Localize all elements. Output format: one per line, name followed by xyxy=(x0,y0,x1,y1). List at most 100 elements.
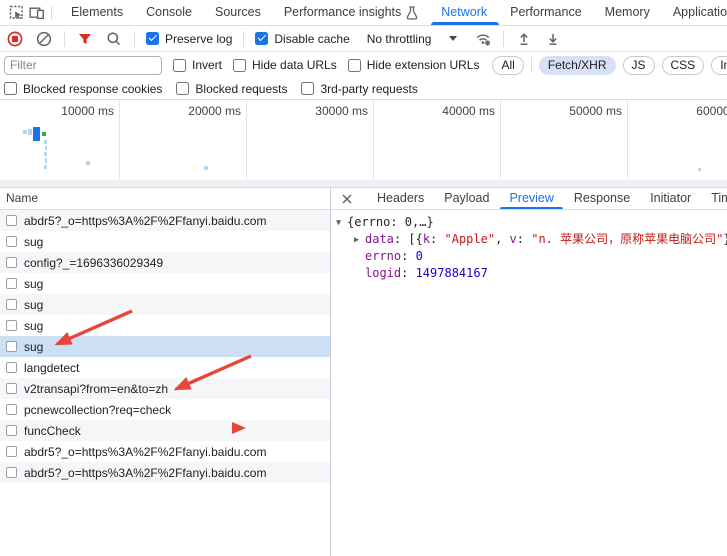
tab-performance-insights[interactable]: Performance insights xyxy=(284,0,418,25)
tree-expander-icon[interactable]: ▶ xyxy=(354,232,365,249)
overview-request-mark xyxy=(86,161,90,165)
request-row[interactable]: abdr5?_o=https%3A%2F%2Ffanyi.baidu.com xyxy=(0,210,330,231)
detail-tab-timing[interactable]: Timing xyxy=(711,188,727,209)
request-row[interactable]: funcCheck xyxy=(0,420,330,441)
overview-request-mark xyxy=(44,152,47,156)
checkbox-blocked-requests[interactable]: Blocked requests xyxy=(176,82,287,96)
request-name: abdr5?_o=https%3A%2F%2Ffanyi.baidu.com xyxy=(24,445,266,459)
json-string: "Apple" xyxy=(445,232,496,246)
device-toolbar-icon[interactable] xyxy=(27,3,47,23)
filter-chip-img[interactable]: Img xyxy=(711,56,727,75)
detail-tab-initiator[interactable]: Initiator xyxy=(650,188,691,209)
request-row[interactable]: pcnewcollection?req=check xyxy=(0,399,330,420)
throttling-select[interactable]: No throttling xyxy=(367,32,458,46)
tree-expander-icon[interactable]: ▼ xyxy=(336,215,347,232)
tab-label: Performance insights xyxy=(284,0,401,25)
tab-label: Memory xyxy=(605,0,650,25)
checkbox-label: 3rd-party requests xyxy=(320,82,417,96)
checkbox-blocked-response-cookies[interactable]: Blocked response cookies xyxy=(4,82,162,96)
request-row[interactable]: sug xyxy=(0,294,330,315)
request-row[interactable]: abdr5?_o=https%3A%2F%2Ffanyi.baidu.com xyxy=(0,462,330,483)
inspect-element-icon[interactable] xyxy=(7,3,27,23)
preserve-log-checkbox[interactable]: Preserve log xyxy=(146,32,232,46)
request-row[interactable]: langdetect xyxy=(0,357,330,378)
json-text: }, { xyxy=(723,232,727,246)
json-text: : xyxy=(430,232,444,246)
request-type-icon xyxy=(6,257,17,268)
close-icon[interactable] xyxy=(340,192,354,206)
preview-tree: ▼{errno: 0,…}▶data: [{k: "Apple", v: "n.… xyxy=(331,210,727,556)
overview-time-label: 10000 ms xyxy=(61,104,114,118)
tab-label: Elements xyxy=(71,0,123,25)
preview-line: ▼{errno: 0,…} xyxy=(336,214,727,231)
tab-application[interactable]: Application xyxy=(673,0,727,25)
request-row[interactable]: v2transapi?from=en&to=zh xyxy=(0,378,330,399)
column-header-name[interactable]: Name xyxy=(0,188,330,210)
tab-performance[interactable]: Performance xyxy=(510,0,582,25)
checkbox-hide-data-urls[interactable]: Hide data URLs xyxy=(233,58,337,72)
filter-input[interactable] xyxy=(4,56,162,75)
preview-line: ▶data: [{k: "Apple", v: "n. 苹果公司，原称苹果电脑公… xyxy=(336,231,727,248)
tab-network[interactable]: Network xyxy=(441,0,487,25)
request-name: sug xyxy=(24,298,43,312)
checkbox-hide-extension-urls[interactable]: Hide extension URLs xyxy=(348,58,480,72)
tab-label: Performance xyxy=(510,0,582,25)
tab-label: Application xyxy=(673,0,727,25)
request-type-icon xyxy=(6,404,17,415)
json-string: "n. 苹果公司，原称苹果电脑公司" xyxy=(531,232,723,246)
overview-gridline xyxy=(373,100,374,179)
clear-network-log-icon[interactable] xyxy=(35,30,53,48)
tree-indent-spacer xyxy=(354,249,365,266)
tab-sources[interactable]: Sources xyxy=(215,0,261,25)
checkbox-label: Invert xyxy=(192,58,222,72)
filter-chip-all[interactable]: All xyxy=(492,56,523,75)
request-type-icon xyxy=(6,320,17,331)
json-key: v xyxy=(510,232,517,246)
record-network-log-icon[interactable] xyxy=(6,30,24,48)
request-name: sug xyxy=(24,277,43,291)
filter-chip-css[interactable]: CSS xyxy=(662,56,705,75)
tab-console[interactable]: Console xyxy=(146,0,192,25)
filter-chip-fetch-xhr[interactable]: Fetch/XHR xyxy=(539,56,616,75)
checkbox-invert[interactable]: Invert xyxy=(173,58,222,72)
filter-chip-js[interactable]: JS xyxy=(623,56,655,75)
request-name: sug xyxy=(24,235,43,249)
overview-request-mark xyxy=(698,168,701,171)
filter-funnel-icon[interactable] xyxy=(76,30,94,48)
request-type-icon xyxy=(6,341,17,352)
request-row[interactable]: sug xyxy=(0,336,330,357)
detail-tab-payload[interactable]: Payload xyxy=(444,188,489,209)
throttling-value: No throttling xyxy=(367,32,432,46)
request-type-icon xyxy=(6,299,17,310)
request-row[interactable]: sug xyxy=(0,231,330,252)
disable-cache-checkbox[interactable]: Disable cache xyxy=(255,32,349,46)
tree-indent-spacer xyxy=(354,266,365,283)
checkbox-3rd-party-requests[interactable]: 3rd-party requests xyxy=(301,82,417,96)
divider xyxy=(531,57,532,73)
checkbox-label: Blocked response cookies xyxy=(23,82,162,96)
detail-tab-response[interactable]: Response xyxy=(574,188,630,209)
network-conditions-icon[interactable] xyxy=(474,30,492,48)
detail-tab-preview[interactable]: Preview xyxy=(509,188,553,209)
tab-memory[interactable]: Memory xyxy=(605,0,650,25)
export-har-icon[interactable] xyxy=(515,30,533,48)
import-har-icon[interactable] xyxy=(544,30,562,48)
request-row[interactable]: abdr5?_o=https%3A%2F%2Ffanyi.baidu.com xyxy=(0,441,330,462)
checkbox-unchecked-icon xyxy=(233,59,246,72)
detail-tabbar: Headers Payload Preview Response Initiator Ti… xyxy=(331,188,727,210)
overview-time-label: 30000 ms xyxy=(315,104,368,118)
network-overview[interactable]: 10000 ms20000 ms30000 ms40000 ms50000 ms… xyxy=(0,100,727,188)
detail-tab-headers[interactable]: Headers xyxy=(377,188,424,209)
request-row[interactable]: sug xyxy=(0,315,330,336)
request-row[interactable]: config?_=1696336029349 xyxy=(0,252,330,273)
request-row[interactable]: sug xyxy=(0,273,330,294)
overview-request-mark xyxy=(23,130,27,134)
tab-elements[interactable]: Elements xyxy=(71,0,123,25)
json-key: k xyxy=(423,232,430,246)
request-name: v2transapi?from=en&to=zh xyxy=(24,382,168,396)
request-name: sug xyxy=(24,319,43,333)
search-icon[interactable] xyxy=(105,30,123,48)
tab-label: Console xyxy=(146,0,192,25)
overview-request-mark xyxy=(45,158,47,163)
preview-line: logid: 1497884167 xyxy=(336,265,727,282)
